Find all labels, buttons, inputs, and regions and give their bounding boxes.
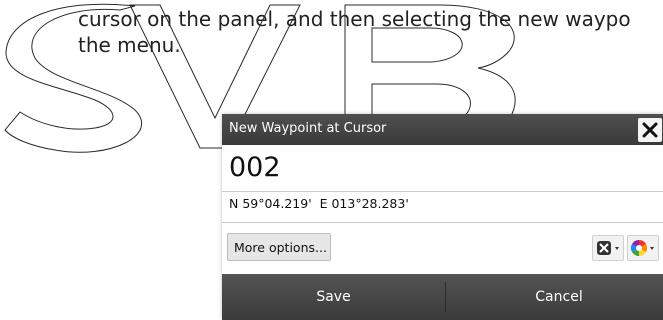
- waypoint-name-value: 002: [229, 152, 281, 183]
- body-text: cursor on the panel, and then selecting …: [78, 6, 663, 58]
- new-waypoint-dialog: New Waypoint at Cursor 002 N 59°04.219' …: [222, 114, 663, 320]
- waypoint-name-field[interactable]: 002: [222, 146, 663, 191]
- cancel-button[interactable]: Cancel: [446, 274, 663, 320]
- more-options-label: More options...: [234, 240, 327, 255]
- dialog-titlebar: New Waypoint at Cursor: [222, 114, 663, 145]
- color-wheel-icon: [630, 239, 654, 257]
- color-dropdown[interactable]: [627, 235, 659, 261]
- waypoint-position[interactable]: N 59°04.219' E 013°28.283': [229, 196, 409, 211]
- close-button[interactable]: [638, 118, 662, 142]
- body-text-line-1: cursor on the panel, and then selecting …: [78, 7, 631, 31]
- cancel-label: Cancel: [535, 289, 583, 305]
- dialog-footer: Save Cancel: [222, 274, 663, 320]
- save-button[interactable]: Save: [222, 274, 445, 320]
- body-text-line-2: the menu.: [78, 33, 181, 57]
- chevron-down-icon: [650, 247, 654, 250]
- divider: [222, 191, 663, 192]
- symbol-dropdown[interactable]: [592, 235, 624, 261]
- divider: [222, 222, 663, 223]
- chevron-down-icon: [615, 247, 619, 250]
- more-options-button[interactable]: More options...: [227, 233, 331, 261]
- save-label: Save: [316, 289, 351, 305]
- close-icon: [642, 122, 658, 138]
- waypoint-symbol-icon: [597, 241, 619, 255]
- dialog-title: New Waypoint at Cursor: [229, 121, 387, 136]
